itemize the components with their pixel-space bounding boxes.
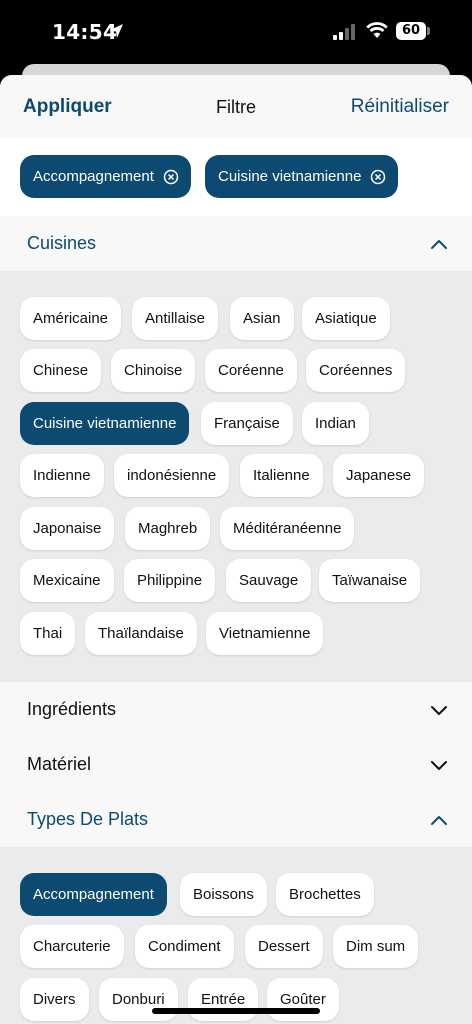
types-chip-area: Accompagnement Boissons Brochettes Charc… xyxy=(0,847,472,1024)
chip-americaine[interactable]: Américaine xyxy=(20,297,122,340)
status-bar: 14:54 60 xyxy=(0,0,472,62)
chevron-down-icon xyxy=(431,761,447,770)
reset-button[interactable]: Réinitialiser xyxy=(351,96,449,118)
filter-sheet: Appliquer Filtre Réinitialiser Accompagn… xyxy=(0,75,472,1024)
apply-button[interactable]: Appliquer xyxy=(23,96,112,118)
location-arrow-icon xyxy=(109,24,123,38)
chip-indienne[interactable]: Indienne xyxy=(20,454,104,497)
active-filters-bar: Accompagnement Cuisine vietnamienne xyxy=(0,138,472,216)
nav-bar: Appliquer Filtre Réinitialiser xyxy=(0,75,472,138)
wifi-icon xyxy=(366,22,388,38)
section-label-cuisines: Cuisines xyxy=(27,233,97,253)
section-label-types: Types De Plats xyxy=(27,809,149,829)
chip-asian[interactable]: Asian xyxy=(230,297,294,340)
battery-indicator: 60 xyxy=(396,22,426,40)
chip-condiment[interactable]: Condiment xyxy=(135,925,234,968)
chip-coreenne[interactable]: Coréenne xyxy=(205,349,297,392)
section-header-ingredients[interactable]: Ingrédients xyxy=(0,682,472,737)
chip-cuisine-vietnamienne[interactable]: Cuisine vietnamienne xyxy=(20,402,190,445)
chip-brochettes[interactable]: Brochettes xyxy=(276,873,374,916)
chip-taiwanaise[interactable]: Taïwanaise xyxy=(319,559,421,602)
chip-indian[interactable]: Indian xyxy=(302,402,369,445)
chip-indonesienne[interactable]: indonésienne xyxy=(114,454,230,497)
chevron-up-icon xyxy=(431,816,447,825)
chip-antillaise[interactable]: Antillaise xyxy=(132,297,219,340)
active-filter-chip[interactable]: Accompagnement xyxy=(20,155,191,198)
active-filter-chip[interactable]: Cuisine vietnamienne xyxy=(205,155,399,198)
chip-chinoise[interactable]: Chinoise xyxy=(111,349,196,392)
chip-thailandaise[interactable]: Thaïlandaise xyxy=(85,612,197,655)
chip-vietnamienne[interactable]: Vietnamienne xyxy=(206,612,324,655)
battery-tip xyxy=(427,27,430,35)
chip-mediteraneenne[interactable]: Méditéranéenne xyxy=(220,507,355,550)
chevron-down-icon xyxy=(431,706,447,715)
chip-entree[interactable]: Entrée xyxy=(188,978,259,1021)
cellular-signal-icon xyxy=(333,24,355,40)
section-header-types[interactable]: Types De Plats xyxy=(0,792,472,847)
chip-donburi[interactable]: Donburi xyxy=(99,978,178,1021)
chip-coreennes[interactable]: Coréennes xyxy=(306,349,406,392)
chip-philippine[interactable]: Philippine xyxy=(124,559,216,602)
chip-divers[interactable]: Divers xyxy=(20,978,89,1021)
chip-mexicaine[interactable]: Mexicaine xyxy=(20,559,114,602)
chip-accompagnement[interactable]: Accompagnement xyxy=(20,873,167,916)
active-filter-label: Cuisine vietnamienne xyxy=(218,168,362,185)
chip-sauvage[interactable]: Sauvage xyxy=(226,559,312,602)
chip-maghreb[interactable]: Maghreb xyxy=(125,507,211,550)
section-label-ingredients: Ingrédients xyxy=(27,699,117,719)
section-label-materiel: Matériel xyxy=(27,754,92,774)
chevron-up-icon xyxy=(431,240,447,249)
circle-x-icon[interactable] xyxy=(163,169,179,185)
active-filter-label: Accompagnement xyxy=(33,168,154,185)
chip-boissons[interactable]: Boissons xyxy=(180,873,267,916)
section-header-materiel[interactable]: Matériel xyxy=(0,737,472,792)
chip-japanese[interactable]: Japanese xyxy=(333,454,425,497)
chip-charcuterie[interactable]: Charcuterie xyxy=(20,925,124,968)
page-title: Filtre xyxy=(216,97,256,117)
chip-dim-sum[interactable]: Dim sum xyxy=(333,925,419,968)
chip-chinese[interactable]: Chinese xyxy=(20,349,102,392)
chip-dessert[interactable]: Dessert xyxy=(245,925,323,968)
chip-thai[interactable]: Thai xyxy=(20,612,76,655)
circle-x-icon[interactable] xyxy=(370,169,386,185)
chip-gouter[interactable]: Goûter xyxy=(267,978,339,1021)
cuisines-chip-area: Américaine Antillaise Asian Asiatique Ch… xyxy=(0,271,472,682)
section-header-cuisines[interactable]: Cuisines xyxy=(0,216,472,271)
home-indicator[interactable] xyxy=(152,1008,320,1014)
chip-francaise[interactable]: Française xyxy=(201,402,293,445)
chip-asiatique[interactable]: Asiatique xyxy=(302,297,390,340)
chip-japonaise[interactable]: Japonaise xyxy=(20,507,115,550)
chip-italienne[interactable]: Italienne xyxy=(240,454,323,497)
